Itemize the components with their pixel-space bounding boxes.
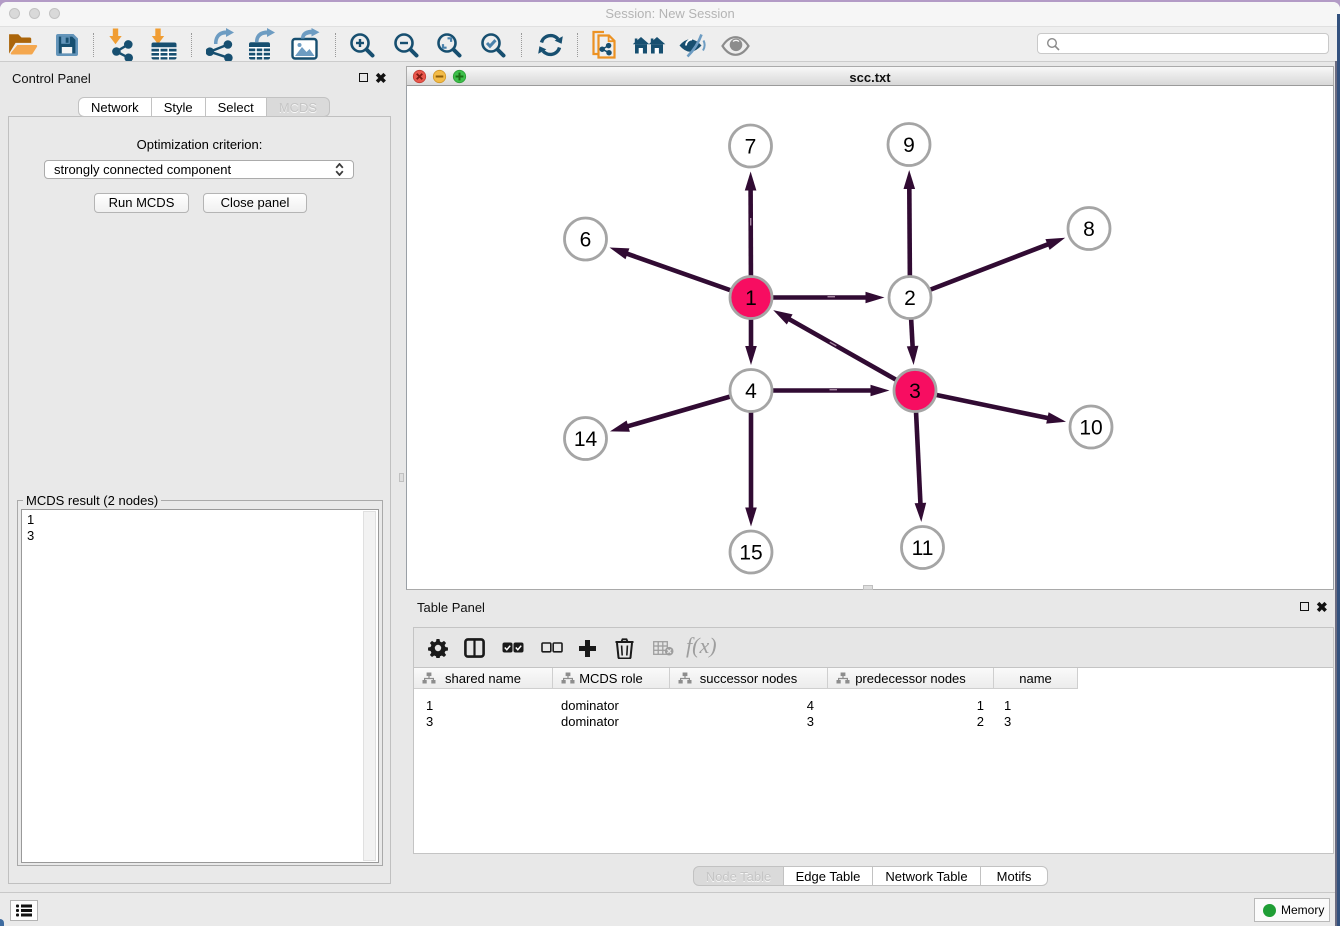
svg-text:9: 9 [903,134,915,157]
svg-text:8: 8 [1083,218,1095,241]
svg-text:14: 14 [574,428,598,451]
svg-text:4: 4 [745,380,757,403]
svg-text:7: 7 [745,136,757,159]
svg-text:2: 2 [904,287,916,310]
svg-text:1: 1 [745,287,757,310]
svg-text:3: 3 [909,380,921,403]
svg-text:15: 15 [739,542,762,565]
svg-text:6: 6 [580,229,592,252]
svg-text:11: 11 [912,537,934,560]
svg-text:10: 10 [1079,417,1102,440]
